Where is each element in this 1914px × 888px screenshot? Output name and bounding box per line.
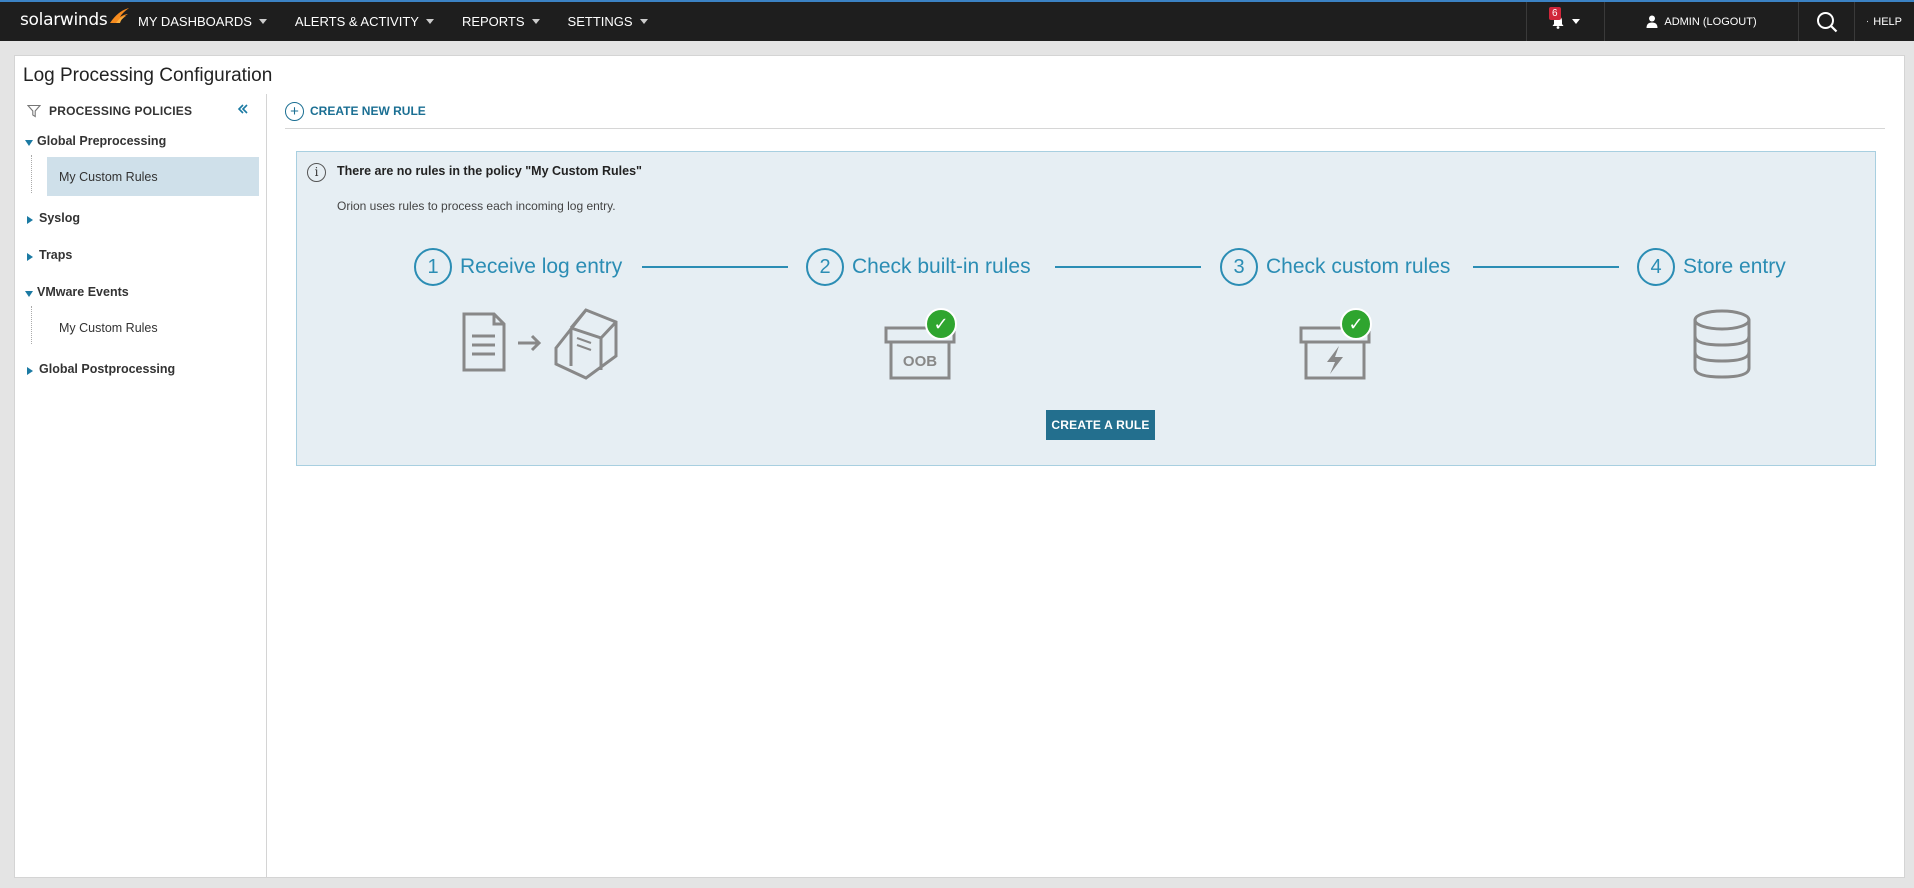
menu-label: REPORTS — [461, 14, 525, 29]
step-label: Receive log entry — [460, 255, 623, 278]
collapsed-arrow-icon — [27, 252, 33, 261]
receive-log-graphic — [459, 308, 629, 387]
notifications-button[interactable]: 6 — [1526, 2, 1604, 41]
tree-node-syslog[interactable]: Syslog — [25, 211, 80, 225]
store-entry-graphic — [1690, 308, 1754, 387]
empty-policy-info-box: i There are no rules in the policy "My C… — [296, 151, 1876, 466]
tree-connector — [31, 306, 32, 344]
check-icon: ✓ — [1340, 308, 1372, 340]
database-icon — [1693, 309, 1751, 379]
menu-label: MY DASHBOARDS — [138, 14, 252, 29]
menu-label: SETTINGS — [567, 14, 633, 29]
step-check-built-in-rules: 2 Check built-in rules — [806, 248, 1031, 286]
menu-alerts-activity[interactable]: ALERTS & ACTIVITY — [295, 14, 434, 29]
help-icon: ? — [1867, 21, 1869, 23]
help-label: HELP — [1873, 15, 1902, 28]
info-icon: i — [307, 163, 326, 182]
info-title: There are no rules in the policy "My Cus… — [337, 164, 642, 178]
notification-count-badge: 6 — [1549, 7, 1561, 20]
caret-down-icon — [531, 19, 540, 24]
tree-child-my-custom-rules-preprocessing[interactable]: My Custom Rules — [47, 157, 259, 196]
solarwinds-logo[interactable]: solarwinds — [20, 8, 130, 30]
custom-rules-graphic: ✓ — [1297, 308, 1377, 387]
tree-child-label: My Custom Rules — [59, 169, 158, 184]
main-panel: Log Processing Configuration PROCESSING … — [14, 55, 1905, 878]
step-check-custom-rules: 3 Check custom rules — [1220, 248, 1450, 286]
step-label: Check built-in rules — [852, 255, 1031, 278]
tree-child-label: My Custom Rules — [59, 320, 158, 335]
processing-policies-sidebar: PROCESSING POLICIES Global Preprocessing… — [15, 94, 267, 877]
tree-node-traps[interactable]: Traps — [25, 248, 72, 262]
tree-node-label: Global Preprocessing — [37, 134, 167, 148]
step-number: 4 — [1637, 248, 1675, 286]
step-number: 1 — [414, 248, 452, 286]
tree-node-global-postprocessing[interactable]: Global Postprocessing — [25, 362, 175, 376]
plus-circle-icon: + — [285, 101, 304, 121]
collapsed-arrow-icon — [27, 215, 33, 224]
filter-icon — [27, 104, 41, 118]
step-connector — [1473, 266, 1619, 268]
tree-node-label: VMware Events — [37, 285, 129, 299]
step-number: 2 — [806, 248, 844, 286]
expanded-arrow-icon — [25, 139, 33, 146]
caret-down-icon — [258, 19, 267, 24]
main-menu: MY DASHBOARDS ALERTS & ACTIVITY REPORTS … — [138, 2, 676, 41]
logo-flame-icon — [110, 8, 130, 23]
step-receive-log-entry: 1 Receive log entry — [414, 248, 622, 286]
step-label: Check custom rules — [1266, 255, 1451, 278]
right-nav: 6 ADMIN (LOGOUT) ? HELP — [1526, 2, 1914, 41]
menu-settings[interactable]: SETTINGS — [568, 14, 648, 29]
step-connector — [1055, 266, 1201, 268]
user-logout-button[interactable]: ADMIN (LOGOUT) — [1604, 2, 1798, 41]
tree-connector — [31, 155, 32, 193]
create-a-rule-button[interactable]: CREATE A RULE — [1046, 410, 1155, 440]
create-new-rule-button[interactable]: + CREATE NEW RULE — [285, 101, 426, 121]
menu-my-dashboards[interactable]: MY DASHBOARDS — [138, 14, 267, 29]
page-title: Log Processing Configuration — [23, 65, 273, 86]
expanded-arrow-icon — [25, 290, 33, 297]
caret-down-icon — [639, 19, 648, 24]
tree-child-my-custom-rules-vmware[interactable]: My Custom Rules — [47, 308, 259, 347]
tree-node-label: Global Postprocessing — [39, 362, 176, 376]
tree-node-global-preprocessing[interactable]: Global Preprocessing — [25, 134, 166, 148]
document-to-server-icon — [462, 308, 618, 380]
user-icon — [1646, 15, 1658, 28]
menu-label: ALERTS & ACTIVITY — [294, 14, 419, 29]
logo-text: solarwinds — [20, 10, 108, 30]
rules-toolbar: + CREATE NEW RULE — [285, 94, 1885, 129]
step-number: 3 — [1220, 248, 1258, 286]
rules-content: + CREATE NEW RULE i There are no rules i… — [267, 94, 1904, 877]
create-new-rule-label: CREATE NEW RULE — [310, 104, 426, 118]
help-button[interactable]: ? HELP — [1854, 2, 1914, 41]
sidebar-header-label: PROCESSING POLICIES — [49, 104, 193, 118]
step-connector — [642, 266, 788, 268]
user-label: ADMIN (LOGOUT) — [1664, 15, 1757, 28]
check-icon: ✓ — [925, 308, 957, 340]
search-button[interactable] — [1798, 2, 1854, 41]
oob-label: OOB — [903, 353, 937, 370]
caret-down-icon — [1572, 19, 1580, 24]
tree-node-label: Syslog — [39, 211, 80, 225]
step-store-entry: 4 Store entry — [1637, 248, 1786, 286]
built-in-rules-graphic: OOB ✓ — [882, 308, 962, 387]
search-icon — [1816, 11, 1837, 32]
top-navigation-bar: solarwinds MY DASHBOARDS ALERTS & ACTIVI… — [0, 0, 1914, 41]
tree-node-label: Traps — [39, 248, 73, 262]
menu-reports[interactable]: REPORTS — [462, 14, 540, 29]
collapse-sidebar-icon[interactable] — [237, 102, 249, 120]
tree-node-vmware-events[interactable]: VMware Events — [25, 285, 129, 299]
collapsed-arrow-icon — [27, 366, 33, 375]
sidebar-header: PROCESSING POLICIES — [27, 104, 192, 118]
caret-down-icon — [425, 19, 434, 24]
info-subtitle: Orion uses rules to process each incomin… — [337, 199, 616, 213]
step-label: Store entry — [1683, 255, 1786, 278]
